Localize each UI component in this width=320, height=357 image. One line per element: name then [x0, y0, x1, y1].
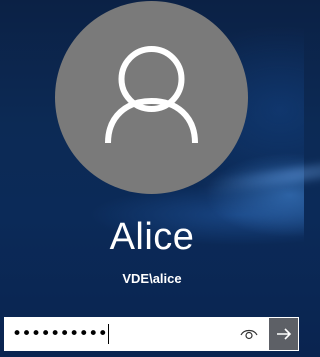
account-name: VDE\alice [122, 271, 182, 286]
arrow-right-icon [276, 328, 291, 340]
password-value: •••••••••• [12, 324, 108, 344]
person-icon [105, 46, 198, 144]
submit-button[interactable] [269, 317, 299, 351]
eye-icon[interactable] [240, 327, 258, 341]
user-name: Alice [109, 216, 195, 258]
login-row: •••••••••• [4, 317, 299, 353]
user-avatar [55, 1, 248, 194]
text-caret [108, 324, 110, 344]
lock-screen: Alice VDE\alice •••••••••• [0, 0, 320, 357]
password-input[interactable]: •••••••••• [4, 317, 269, 351]
